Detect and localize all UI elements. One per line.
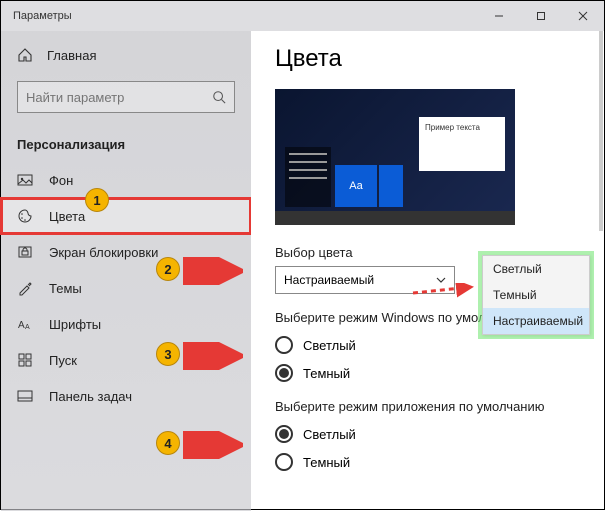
- nav-label: Цвета: [49, 209, 85, 224]
- dropdown-option-dark[interactable]: Темный: [483, 282, 589, 308]
- start-icon: [17, 352, 33, 368]
- dropdown-value: Настраиваемый: [284, 273, 374, 287]
- preview-tile-small: [379, 165, 403, 207]
- home-icon: [17, 47, 33, 63]
- annotation-badge-2: 2: [156, 257, 180, 281]
- preview-pane: Aa Пример текста: [275, 89, 515, 225]
- dropdown-options-popup: Светлый Темный Настраиваемый: [482, 255, 590, 335]
- radio-label: Темный: [303, 455, 350, 470]
- annotation-badge-4: 4: [156, 431, 180, 455]
- image-icon: [17, 172, 33, 188]
- arrow-icon: [183, 342, 243, 370]
- sidebar-item-background[interactable]: Фон: [1, 162, 251, 198]
- close-button[interactable]: [562, 1, 604, 31]
- fonts-icon: AA: [17, 316, 33, 332]
- sidebar-item-colors[interactable]: Цвета: [1, 198, 251, 234]
- radio-label: Темный: [303, 366, 350, 381]
- nav-label: Пуск: [49, 353, 77, 368]
- preview-sidebar: [285, 147, 331, 207]
- search-box[interactable]: [17, 81, 235, 113]
- windows-mode-light[interactable]: Светлый: [275, 331, 580, 359]
- section-heading: Персонализация: [1, 123, 251, 162]
- preview-window: Пример текста: [419, 117, 505, 171]
- palette-icon: [17, 208, 33, 224]
- annotation-badge-3: 3: [156, 342, 180, 366]
- svg-text:A: A: [18, 320, 25, 331]
- window-title: Параметры: [13, 10, 72, 22]
- windows-mode-dark[interactable]: Темный: [275, 359, 580, 387]
- radio-icon: [275, 453, 293, 471]
- radio-icon: [275, 364, 293, 382]
- arrow-icon: [183, 431, 243, 459]
- home-link[interactable]: Главная: [1, 39, 251, 71]
- arrow-icon: [183, 257, 243, 285]
- maximize-button[interactable]: [520, 1, 562, 31]
- radio-label: Светлый: [303, 427, 356, 442]
- nav-label: Панель задач: [49, 389, 132, 404]
- home-label: Главная: [47, 48, 96, 63]
- radio-icon: [275, 336, 293, 354]
- search-icon: [212, 90, 226, 104]
- lockscreen-icon: [17, 244, 33, 260]
- dropdown-option-custom[interactable]: Настраиваемый: [483, 308, 589, 334]
- themes-icon: [17, 280, 33, 296]
- scrollbar[interactable]: [599, 31, 603, 231]
- nav-label: Экран блокировки: [49, 245, 158, 260]
- sidebar-item-taskbar[interactable]: Панель задач: [1, 378, 251, 414]
- page-title: Цвета: [275, 45, 580, 73]
- sidebar-item-fonts[interactable]: AA Шрифты: [1, 306, 251, 342]
- minimize-button[interactable]: [478, 1, 520, 31]
- nav-label: Темы: [49, 281, 82, 296]
- dropdown-option-light[interactable]: Светлый: [483, 256, 589, 282]
- app-mode-label: Выберите режим приложения по умолчанию: [275, 399, 580, 414]
- window-controls: [478, 1, 604, 31]
- app-mode-dark[interactable]: Темный: [275, 448, 580, 476]
- preview-tile: Aa: [335, 165, 377, 207]
- taskbar-icon: [17, 388, 33, 404]
- app-mode-light[interactable]: Светлый: [275, 420, 580, 448]
- radio-label: Светлый: [303, 338, 356, 353]
- nav-label: Шрифты: [49, 317, 101, 332]
- titlebar: Параметры: [1, 1, 604, 31]
- nav-label: Фон: [49, 173, 73, 188]
- search-input[interactable]: [26, 90, 206, 105]
- svg-text:A: A: [25, 324, 30, 331]
- annotation-badge-1: 1: [85, 188, 109, 212]
- dashed-arrow-icon: [411, 283, 481, 303]
- radio-icon: [275, 425, 293, 443]
- preview-taskbar: [275, 211, 515, 225]
